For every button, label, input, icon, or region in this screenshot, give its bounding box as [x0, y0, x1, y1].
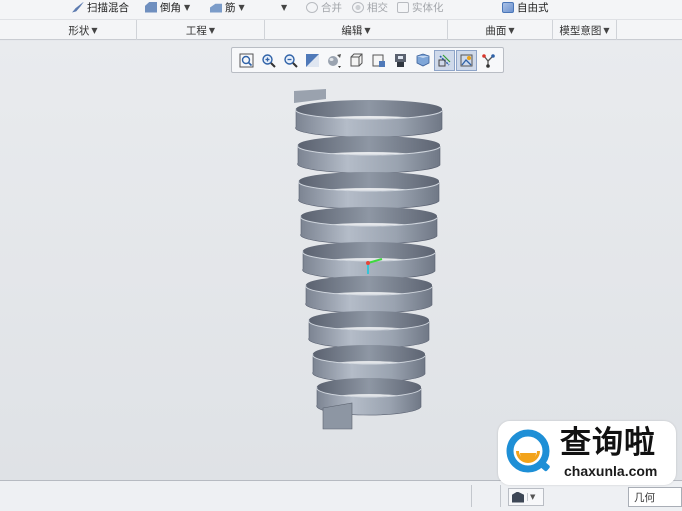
datum-display-icon [438, 54, 451, 66]
merge-label: 合并 [321, 1, 342, 14]
datum-display-button[interactable] [434, 49, 455, 71]
chamfer-label: 倒角 [160, 1, 181, 14]
sweep-blend-icon [72, 1, 84, 13]
intersect-icon [352, 1, 364, 13]
repaint-button[interactable] [302, 50, 323, 71]
refit-icon [239, 53, 254, 67]
solidify-icon [397, 1, 409, 13]
edit-more-button[interactable]: ▼ [281, 0, 287, 14]
solidify-label: 实体化 [412, 1, 444, 14]
solidify-button[interactable]: 实体化 [397, 0, 444, 14]
display-style-button[interactable] [324, 50, 345, 71]
chamfer-icon [145, 1, 157, 13]
group-surfaces-label: 曲面 [485, 24, 507, 37]
selection-filter-icon [512, 491, 524, 503]
watermark-url: chaxunla.com [564, 463, 658, 479]
saved-orientations-icon [350, 53, 363, 66]
appearance-icon [482, 53, 495, 68]
annotation-display-button[interactable] [412, 50, 433, 71]
group-editing[interactable]: 编辑 ▼ [265, 20, 448, 40]
helical-spring-model[interactable] [0, 41, 682, 480]
ribbon-group-labels: 形状 ▼ 工程 ▼ 编辑 ▼ 曲面 ▼ 模型意图 ▼ [0, 19, 682, 40]
intersect-button[interactable]: 相交 [352, 0, 388, 14]
chevron-down-icon: ▼ [91, 25, 98, 35]
group-surfaces[interactable]: 曲面 ▼ [448, 20, 553, 40]
group-model-intent[interactable]: 模型意图 ▼ [553, 20, 617, 40]
chevron-down-icon: ▼ [603, 25, 610, 35]
spin-center-button[interactable] [456, 49, 477, 71]
chevron-down-icon: ▼ [364, 25, 371, 35]
perspective-view-icon [395, 53, 406, 67]
status-divider [500, 485, 501, 507]
graphics-toolbar [231, 47, 504, 73]
selection-filter-button[interactable]: ▼ [508, 488, 544, 506]
chamfer-button[interactable]: 倒角 ▼ [145, 0, 190, 14]
rib-button[interactable]: 筋 ▼ [210, 0, 245, 14]
chaxunla-watermark: 查询啦 chaxunla.com [498, 421, 676, 485]
group-shape[interactable]: 形状 ▼ [30, 20, 137, 40]
zoom-in-icon [262, 53, 276, 68]
intersect-label: 相交 [367, 1, 388, 14]
refit-button[interactable] [236, 50, 257, 71]
watermark-text: 查询啦 chaxunla.com [560, 425, 658, 479]
annotation-display-icon [416, 53, 430, 66]
zoom-out-button[interactable] [280, 50, 301, 71]
graphics-viewport[interactable] [0, 41, 682, 480]
merge-button[interactable]: 合并 [306, 0, 342, 14]
perspective-view-button[interactable] [390, 50, 411, 71]
chaxunla-logo [506, 429, 550, 473]
chevron-down-icon: ▼ [238, 2, 245, 12]
rib-icon [210, 3, 222, 13]
selection-filter-value: 几何 [634, 491, 655, 504]
zoom-out-icon [284, 53, 298, 68]
ribbon: 扫描混合 倒角 ▼ 筋 ▼ ▼ 合并 相交 实体化 自由式 形状 ▼ 工程 ▼ … [0, 0, 682, 40]
spin-center-icon [460, 54, 473, 66]
chevron-down-icon: ▼ [527, 493, 535, 501]
chevron-down-icon: ▼ [508, 25, 515, 35]
ribbon-commands: 扫描混合 倒角 ▼ 筋 ▼ ▼ 合并 相交 实体化 自由式 [0, 0, 682, 18]
zoom-in-button[interactable] [258, 50, 279, 71]
freeform-label: 自由式 [517, 1, 549, 14]
chevron-down-icon: ▼ [184, 2, 191, 12]
group-engineering-label: 工程 [185, 24, 207, 37]
selection-filter-select[interactable]: 几何 [628, 487, 682, 507]
spring-top-cap [294, 89, 326, 103]
chevron-down-icon: ▼ [281, 2, 288, 12]
view-manager-icon [372, 54, 385, 67]
freeform-button[interactable]: 自由式 [502, 0, 549, 14]
chevron-down-icon: ▼ [208, 25, 216, 35]
sweep-blend-label: 扫描混合 [87, 1, 129, 14]
group-editing-label: 编辑 [341, 24, 363, 37]
display-style-icon [328, 53, 341, 68]
group-engineering[interactable]: 工程 ▼ [137, 20, 265, 40]
status-divider [471, 485, 472, 507]
watermark-title: 查询啦 [560, 425, 656, 461]
group-model-intent-label: 模型意图 [559, 24, 602, 37]
group-shape-label: 形状 [68, 24, 90, 37]
repaint-icon [306, 53, 319, 67]
appearance-button[interactable] [478, 50, 499, 71]
saved-orientations-button[interactable] [346, 50, 367, 71]
rib-label: 筋 [225, 1, 236, 14]
sweep-blend-button[interactable]: 扫描混合 [72, 0, 129, 14]
view-manager-button[interactable] [368, 50, 389, 71]
merge-icon [306, 1, 318, 13]
freeform-icon [502, 1, 514, 13]
